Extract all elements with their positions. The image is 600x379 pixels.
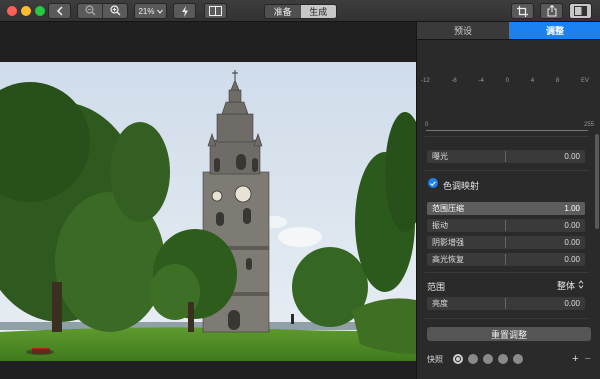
histogram-baseline [426, 130, 588, 131]
zoom-in-button[interactable] [102, 4, 127, 18]
divider [425, 170, 589, 171]
slider-center-mark [505, 220, 506, 231]
chevron-down-icon [156, 7, 163, 16]
photo-belfry [0, 62, 416, 361]
zoom-controls [77, 3, 128, 19]
shadow-boost-label: 阴影增强 [432, 238, 464, 247]
brightness-value: 0.00 [564, 299, 580, 308]
vibrance-slider[interactable]: 振动 0.00 [427, 219, 585, 232]
exposure-label: 曝光 [432, 152, 448, 161]
range-mode-value: 整体 [557, 281, 576, 291]
snapshots-label: 快照 [427, 354, 443, 364]
histogram-min: 0 [425, 122, 429, 128]
up-down-arrows-icon [578, 280, 584, 291]
vibrance-value: 0.00 [564, 221, 580, 230]
maximize-window-button[interactable] [35, 6, 45, 16]
minimize-window-button[interactable] [21, 6, 31, 16]
checkmark-icon [430, 178, 436, 188]
snapshot-slot[interactable] [513, 354, 523, 364]
snapshot-slot[interactable] [468, 354, 478, 364]
ev-scale: -12 -8 -4 0 4 8 EV [421, 78, 589, 84]
tonemap-title: 色调映射 [443, 181, 480, 191]
auto-enhance-button[interactable] [173, 3, 196, 19]
tab-presets[interactable]: 预设 [417, 22, 509, 39]
mode-segmented-control: 准备 生成 [264, 4, 337, 19]
highlight-recovery-label: 高光恢复 [432, 255, 464, 264]
ev-tick: -4 [478, 78, 484, 84]
exposure-slider[interactable]: 曝光 0.00 [427, 150, 585, 163]
range-compression-label: 范围压缩 [432, 204, 464, 213]
share-button[interactable] [540, 3, 563, 19]
highlight-recovery-slider[interactable]: 高光恢复 0.00 [427, 253, 585, 266]
ev-tick: -8 [451, 78, 457, 84]
split-view-icon [209, 6, 222, 16]
snapshot-slot[interactable] [483, 354, 493, 364]
divider [425, 272, 589, 273]
brightness-slider[interactable]: 亮度 0.00 [427, 297, 585, 310]
compare-button[interactable] [204, 3, 227, 19]
range-mode-select[interactable]: 整体 [557, 279, 584, 292]
tab-adjust[interactable]: 调整 [509, 22, 600, 39]
slider-center-mark [505, 151, 506, 162]
vibrance-label: 振动 [432, 221, 448, 230]
histogram-max: 255 [584, 122, 595, 128]
segment-generate[interactable]: 生成 [300, 5, 336, 18]
snapshot-slot[interactable] [453, 354, 463, 364]
range-compression-slider[interactable]: 范围压缩 1.00 [427, 202, 585, 215]
remove-snapshot-button[interactable]: − [585, 353, 591, 365]
ev-tick: 0 [505, 78, 509, 84]
share-icon [547, 5, 557, 17]
sidebar-icon [574, 6, 587, 16]
slider-center-mark [505, 298, 506, 309]
crop-button[interactable] [511, 3, 534, 19]
toolbar: 21% 准备 生成 [0, 0, 600, 22]
slider-center-mark [505, 237, 506, 248]
brightness-label: 亮度 [432, 299, 448, 308]
image-canvas[interactable] [0, 22, 416, 379]
divider [425, 318, 589, 319]
snapshot-slot[interactable] [498, 354, 508, 364]
panel-tabs: 预设 调整 [417, 22, 600, 40]
ev-tick: EV [580, 78, 589, 84]
tonemap-checkbox[interactable] [428, 178, 438, 188]
shadow-boost-value: 0.00 [564, 238, 580, 247]
panel-scrollbar[interactable] [595, 134, 599, 229]
adjustments-panel: 预设 调整 -12 -8 -4 0 4 8 EV 0 255 曝光 0.00 色… [416, 22, 600, 379]
exposure-value: 0.00 [564, 152, 580, 161]
segment-prepare[interactable]: 准备 [265, 5, 301, 18]
slider-center-mark [505, 254, 506, 265]
zoom-out-icon [84, 4, 96, 18]
shadow-boost-slider[interactable]: 阴影增强 0.00 [427, 236, 585, 249]
ev-tick: 4 [530, 78, 535, 84]
back-button[interactable] [48, 3, 71, 19]
ev-tick: 8 [555, 78, 560, 84]
snapshots-bar: 快照 + − [427, 352, 591, 366]
reset-adjustments-button[interactable]: 重置调整 [427, 327, 591, 341]
zoom-level-value: 21% [138, 6, 155, 16]
chevron-left-icon [56, 6, 64, 16]
highlight-recovery-value: 0.00 [564, 255, 580, 264]
lightning-icon [181, 5, 189, 17]
zoom-out-button[interactable] [78, 4, 102, 18]
add-snapshot-button[interactable]: + [572, 353, 578, 365]
close-window-button[interactable] [7, 6, 17, 16]
zoom-level-select[interactable]: 21% [134, 3, 167, 19]
toggle-sidebar-button[interactable] [569, 3, 592, 19]
zoom-in-icon [109, 4, 121, 18]
crop-icon [517, 5, 528, 17]
divider [425, 136, 589, 137]
range-title: 范围 [427, 282, 446, 292]
ev-tick: -12 [421, 78, 430, 84]
range-compression-value: 1.00 [564, 204, 580, 213]
